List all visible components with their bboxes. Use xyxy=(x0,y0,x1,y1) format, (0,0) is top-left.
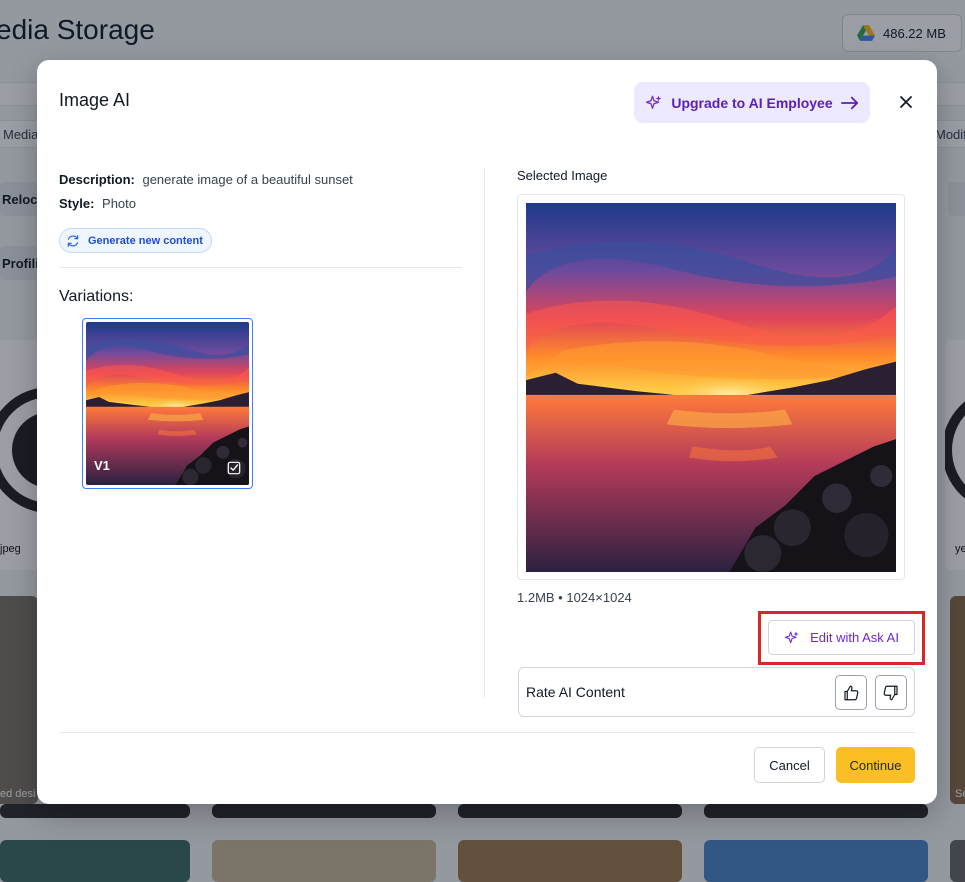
sparkles-icon xyxy=(646,95,662,109)
arrow-right-icon xyxy=(840,96,858,109)
upgrade-label: Upgrade to AI Employee xyxy=(671,94,833,111)
modal-title: Image AI xyxy=(59,90,131,110)
thumbs-down-icon xyxy=(883,685,898,700)
close-button[interactable] xyxy=(895,91,917,113)
edit-label: Edit with Ask AI xyxy=(810,630,899,645)
thumbs-up-button[interactable] xyxy=(835,675,867,710)
image-ai-modal: Image AI Upgrade to AI Employee Descript… xyxy=(37,60,937,804)
rate-label: Rate AI Content xyxy=(526,684,625,700)
edit-with-ask-ai-button[interactable]: Edit with Ask AI xyxy=(768,620,915,655)
selected-image-panel: Selected Image 1.2MB • 1024×1024 Edit wi… xyxy=(517,168,925,717)
cancel-button[interactable]: Cancel xyxy=(754,747,825,783)
generate-label: Generate new content xyxy=(88,234,203,247)
selected-image-title: Selected Image xyxy=(517,168,608,183)
generate-new-content-button[interactable]: Generate new content xyxy=(59,228,212,253)
sparkles-icon xyxy=(784,630,799,643)
refresh-icon xyxy=(67,234,79,247)
continue-button[interactable]: Continue xyxy=(836,747,915,783)
selected-image-frame xyxy=(517,194,905,580)
description-line: Description: generate image of a beautif… xyxy=(59,168,462,192)
column-divider xyxy=(484,168,485,698)
style-line: Style: Photo xyxy=(59,192,462,216)
prompt-panel: Description: generate image of a beautif… xyxy=(59,168,462,306)
divider xyxy=(59,267,462,268)
variation-thumbnail: V1 xyxy=(86,322,249,485)
description-value: generate image of a beautiful sunset xyxy=(142,172,353,187)
rate-ai-content: Rate AI Content xyxy=(518,667,915,717)
selected-sunset-image xyxy=(526,203,896,572)
style-key: Style: xyxy=(59,196,95,211)
footer-divider xyxy=(59,732,915,733)
variations-title: Variations: xyxy=(59,288,134,305)
thumbs-down-button[interactable] xyxy=(875,675,907,710)
variation-label: V1 xyxy=(94,458,110,473)
thumbs-up-icon xyxy=(844,685,859,700)
checkbox-checked-icon[interactable] xyxy=(227,461,241,475)
image-meta: 1.2MB • 1024×1024 xyxy=(517,590,632,605)
description-key: Description: xyxy=(59,172,135,187)
variation-card-v1[interactable]: V1 xyxy=(82,318,253,489)
close-icon xyxy=(900,96,912,108)
sunset-thumbnail-image xyxy=(86,322,249,485)
upgrade-button[interactable]: Upgrade to AI Employee xyxy=(634,82,870,123)
style-value: Photo xyxy=(102,196,137,211)
